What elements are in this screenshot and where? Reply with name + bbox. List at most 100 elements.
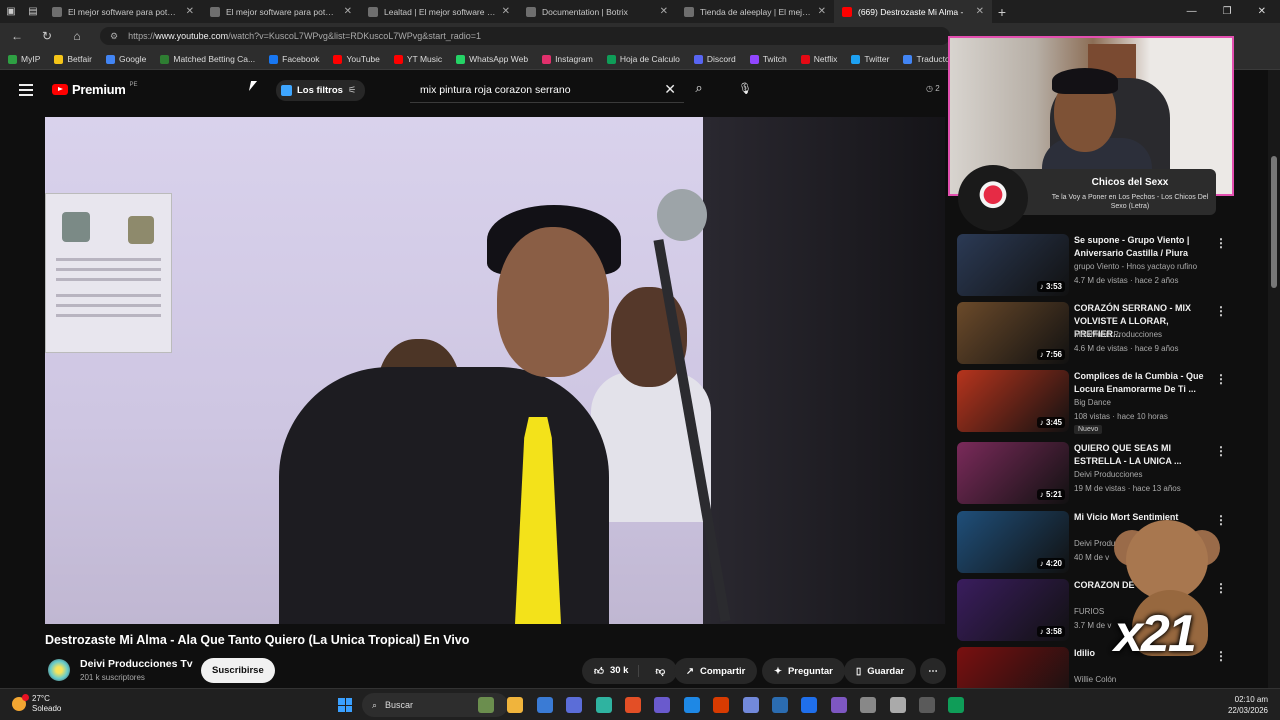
firefox-icon[interactable] xyxy=(713,697,730,713)
close-tab-icon[interactable]: ✕ xyxy=(818,6,826,17)
video-thumbnail[interactable]: ♪ 3:53 xyxy=(957,234,1069,296)
close-tab-icon[interactable]: ✕ xyxy=(186,6,194,17)
tab-search-icon[interactable]: ▤ xyxy=(22,6,44,17)
search-input[interactable]: mix pintura roja corazon serrano ✕ xyxy=(410,78,684,103)
bookmark-item[interactable]: Betfair xyxy=(54,54,92,64)
playlist-item[interactable]: ♪ 7:56 CORAZÓN SERRANO - MIX VOLVISTE A L… xyxy=(955,300,1235,364)
save-button[interactable]: ▯ Guardar xyxy=(844,658,917,684)
bookmark-item[interactable]: Twitch xyxy=(749,54,787,64)
item-menu-icon[interactable]: ⋮ xyxy=(1215,236,1227,250)
widget-icon[interactable] xyxy=(478,697,494,713)
photoshop-icon[interactable] xyxy=(801,697,818,713)
channel-name[interactable]: Deivi Producciones Tv xyxy=(80,658,193,670)
video-thumbnail[interactable]: ♪ 4:20 xyxy=(957,511,1069,573)
home-icon[interactable]: ⌂ xyxy=(70,29,84,43)
dislike-button[interactable]: 👎︎ xyxy=(645,665,677,677)
video-item-channel[interactable]: Deivi Producciones xyxy=(1074,470,1142,479)
item-menu-icon[interactable]: ⋮ xyxy=(1215,444,1227,458)
bookmark-item[interactable]: Discord xyxy=(693,54,736,64)
bookmark-item[interactable]: Facebook xyxy=(269,54,319,64)
weather-widget[interactable]: 27°C Soleado xyxy=(12,694,61,714)
bookmark-item[interactable]: Google xyxy=(105,54,146,64)
video-thumbnail[interactable]: ♪ 3:58 xyxy=(957,579,1069,641)
chatgpt-icon[interactable] xyxy=(536,697,553,713)
video-item-channel[interactable]: Big Dance xyxy=(1074,398,1111,407)
media-icon[interactable] xyxy=(654,697,671,713)
app-icon[interactable] xyxy=(889,697,906,713)
bookmark-item[interactable]: YouTube xyxy=(333,54,380,64)
new-tab-icon[interactable]: + xyxy=(992,4,1012,20)
bookmark-item[interactable]: YT Music xyxy=(393,54,442,64)
windows-start-icon[interactable] xyxy=(338,698,352,712)
video-thumbnail[interactable] xyxy=(957,647,1069,688)
settings-icon[interactable] xyxy=(860,697,877,713)
edge-icon[interactable] xyxy=(948,697,965,713)
more-actions-button[interactable]: ⋯ xyxy=(920,658,946,684)
like-button[interactable]: 👍︎ 30 k xyxy=(582,665,640,677)
bookmark-item[interactable]: Hoja de Calculo xyxy=(606,54,680,64)
bookmark-item[interactable]: Matched Betting Ca... xyxy=(160,54,255,64)
filters-chip[interactable]: Los filtros ⚟ xyxy=(276,80,366,101)
playlist-item[interactable]: ♪ 3:53 Se supone - Grupo Viento | Anivers… xyxy=(955,232,1235,296)
browser-tab[interactable]: Documentation | Botrix ✕ xyxy=(518,0,676,23)
obsidian-icon[interactable] xyxy=(566,697,583,713)
steam-icon[interactable] xyxy=(772,697,788,713)
premiere-icon[interactable] xyxy=(830,697,847,713)
guide-menu-icon[interactable] xyxy=(19,84,33,96)
minimize-icon[interactable]: — xyxy=(1187,6,1197,17)
bookmark-item[interactable]: Instagram xyxy=(542,54,593,64)
browser-tab[interactable]: (669) Destrozaste Mi Alma - ✕ xyxy=(834,0,992,23)
brave-icon[interactable] xyxy=(625,697,641,713)
video-thumbnail[interactable]: ♪ 5:21 xyxy=(957,442,1069,504)
tab-actions-icon[interactable]: ▣ xyxy=(0,6,22,17)
scrollbar-thumb[interactable] xyxy=(1271,156,1277,288)
close-tab-icon[interactable]: ✕ xyxy=(502,6,510,17)
video-item-channel[interactable]: grupo Viento - Hnos yactayo rufino xyxy=(1074,262,1197,271)
search-icon[interactable]: ⌕ xyxy=(687,80,711,102)
back-icon[interactable]: ← xyxy=(10,29,24,43)
video-item-title[interactable]: Se supone - Grupo Viento | Aniversario C… xyxy=(1074,234,1214,260)
browser-tab[interactable]: Tienda de aleeplay | El mejor soft ✕ xyxy=(676,0,834,23)
video-thumbnail[interactable]: ♪ 3:45 xyxy=(957,370,1069,432)
address-bar[interactable]: ⚙ https://www.youtube.com/watch?v=KuscoL… xyxy=(100,27,950,45)
bookmark-item[interactable]: MyIP xyxy=(8,54,40,64)
bookmark-item[interactable]: Netflix xyxy=(800,54,837,64)
video-player[interactable] xyxy=(45,117,945,624)
restore-icon[interactable]: ❐ xyxy=(1223,6,1232,17)
app-icon[interactable] xyxy=(595,697,612,713)
page-scrollbar[interactable] xyxy=(1268,70,1280,690)
bookmark-item[interactable]: Traductor xyxy=(903,54,953,64)
site-info-icon[interactable]: ⚙ xyxy=(110,31,118,42)
reload-icon[interactable]: ↻ xyxy=(40,29,54,43)
browser-tab[interactable]: El mejor software para potenciar ✕ xyxy=(44,0,202,23)
video-item-title[interactable]: Complices de la Cumbia - Que Locura Enam… xyxy=(1074,370,1214,396)
file-explorer-icon[interactable] xyxy=(507,697,524,713)
video-item-channel[interactable]: FURIOS xyxy=(1074,607,1104,616)
channel-avatar[interactable] xyxy=(48,659,70,681)
playlist-item[interactable]: ♪ 5:21 QUIERO QUE SEAS MI ESTRELLA - LA U… xyxy=(955,440,1235,504)
bookmark-item[interactable]: WhatsApp Web xyxy=(456,54,528,64)
video-item-channel[interactable]: Willie Colón xyxy=(1074,675,1116,684)
voice-search-icon[interactable]: 🎙 xyxy=(735,79,755,99)
close-tab-icon[interactable]: ✕ xyxy=(344,6,352,17)
ask-button[interactable]: ✦ Preguntar xyxy=(762,658,845,684)
calculator-icon[interactable] xyxy=(683,697,700,713)
system-clock[interactable]: 02:10 am 22/03/2026 xyxy=(1228,694,1268,716)
clear-search-icon[interactable]: ✕ xyxy=(664,81,676,98)
discord-icon[interactable] xyxy=(742,697,759,713)
item-menu-icon[interactable]: ⋮ xyxy=(1215,372,1227,386)
video-item-channel[interactable]: MolliMusic Producciones xyxy=(1074,330,1162,339)
youtube-premium-logo[interactable]: Premium PE xyxy=(52,82,138,97)
video-item-title[interactable]: QUIERO QUE SEAS MI ESTRELLA - LA UNICA .… xyxy=(1074,442,1214,468)
bookmark-item[interactable]: Twitter xyxy=(851,54,889,64)
browser-tab[interactable]: El mejor software para potenciar ✕ xyxy=(202,0,360,23)
subscribe-button[interactable]: Suscribirse xyxy=(201,658,275,683)
close-tab-icon[interactable]: ✕ xyxy=(976,6,984,17)
media-player-icon[interactable] xyxy=(919,697,935,713)
playlist-item[interactable]: ♪ 3:45 Complices de la Cumbia - Que Locur… xyxy=(955,368,1235,434)
browser-tab[interactable]: Lealtad | El mejor software para p ✕ xyxy=(360,0,518,23)
close-window-icon[interactable]: ✕ xyxy=(1258,6,1266,17)
video-thumbnail[interactable]: ♪ 7:56 xyxy=(957,302,1069,364)
share-button[interactable]: ↗ Compartir xyxy=(674,658,758,684)
item-menu-icon[interactable]: ⋮ xyxy=(1215,304,1227,318)
